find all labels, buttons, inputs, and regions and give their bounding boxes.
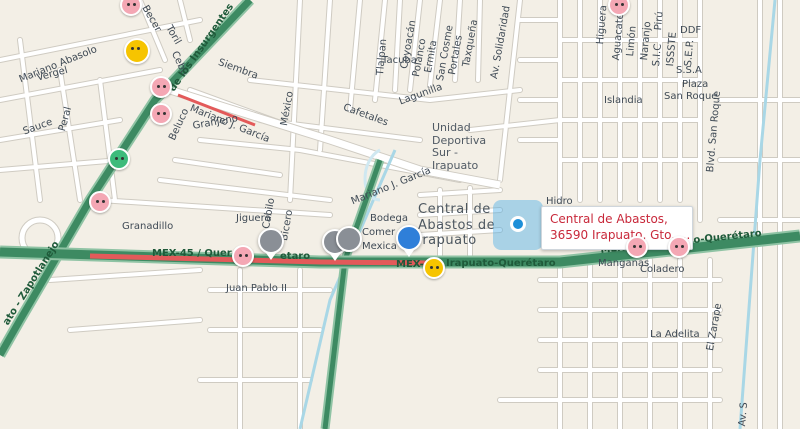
- street-label-la-adelita: La Adelita: [650, 329, 700, 340]
- police-officer-pin-icon[interactable]: [396, 225, 422, 251]
- wazer-icon[interactable]: [150, 76, 172, 98]
- street-label-san-roque: San Roque: [664, 91, 718, 102]
- street-label-piru: Pirú: [653, 10, 666, 31]
- wazer-icon[interactable]: [626, 236, 648, 258]
- map-canvas[interactable]: Becer Toril Cebú Mariano Abasolo Vergel …: [0, 0, 800, 429]
- street-label-juan-pablo: Juan Pablo II: [226, 283, 287, 294]
- wazer-icon[interactable]: [150, 103, 172, 125]
- wazer-icon[interactable]: [89, 191, 111, 213]
- pin-pointer-icon: [404, 250, 414, 257]
- street-label-islandia: Islandia: [604, 95, 643, 106]
- street-label-coladero: Coladero: [640, 264, 685, 275]
- hazard-icon[interactable]: [124, 38, 150, 64]
- wazer-icon[interactable]: [108, 148, 130, 170]
- district-label-comercial: Comer: [362, 227, 396, 238]
- street-label-granadillo: Granadillo: [122, 221, 174, 232]
- district-label-bodega: Bodega: [370, 213, 408, 224]
- highway-label-mex45-west: MEX-45 / Quer: [152, 248, 232, 259]
- street-label-sic: S.I.C: [651, 43, 664, 67]
- highway-label-mex45-west-tail: etaro: [280, 251, 311, 262]
- wazer-icon[interactable]: [232, 245, 254, 267]
- police-report-pin-icon[interactable]: [258, 228, 284, 254]
- wazer-icon[interactable]: [423, 257, 445, 279]
- police-report-pin-icon[interactable]: [336, 226, 362, 252]
- street-label-av-s: Av. S: [737, 401, 751, 427]
- pin-pointer-icon: [266, 253, 276, 260]
- place-callout-line1: Central de Abastos,: [550, 212, 668, 226]
- pin-pointer-icon: [330, 254, 340, 261]
- wazer-icon[interactable]: [668, 236, 690, 258]
- district-label-mexica: Mexica: [362, 241, 397, 252]
- district-label-unidad-deportiva: Unidad Deportiva Sur - Irapuato: [432, 121, 487, 172]
- street-label-plaza: Plaza: [682, 79, 709, 90]
- current-location-marker[interactable]: [510, 216, 526, 232]
- street-label-tacuba: Tacuba: [382, 55, 417, 66]
- highway-label-irapuato-queretaro: Irapuato-Querétaro: [446, 258, 556, 269]
- street-label-ddf: DDF: [680, 25, 702, 36]
- street-label-ssa: S.S.A: [676, 65, 702, 76]
